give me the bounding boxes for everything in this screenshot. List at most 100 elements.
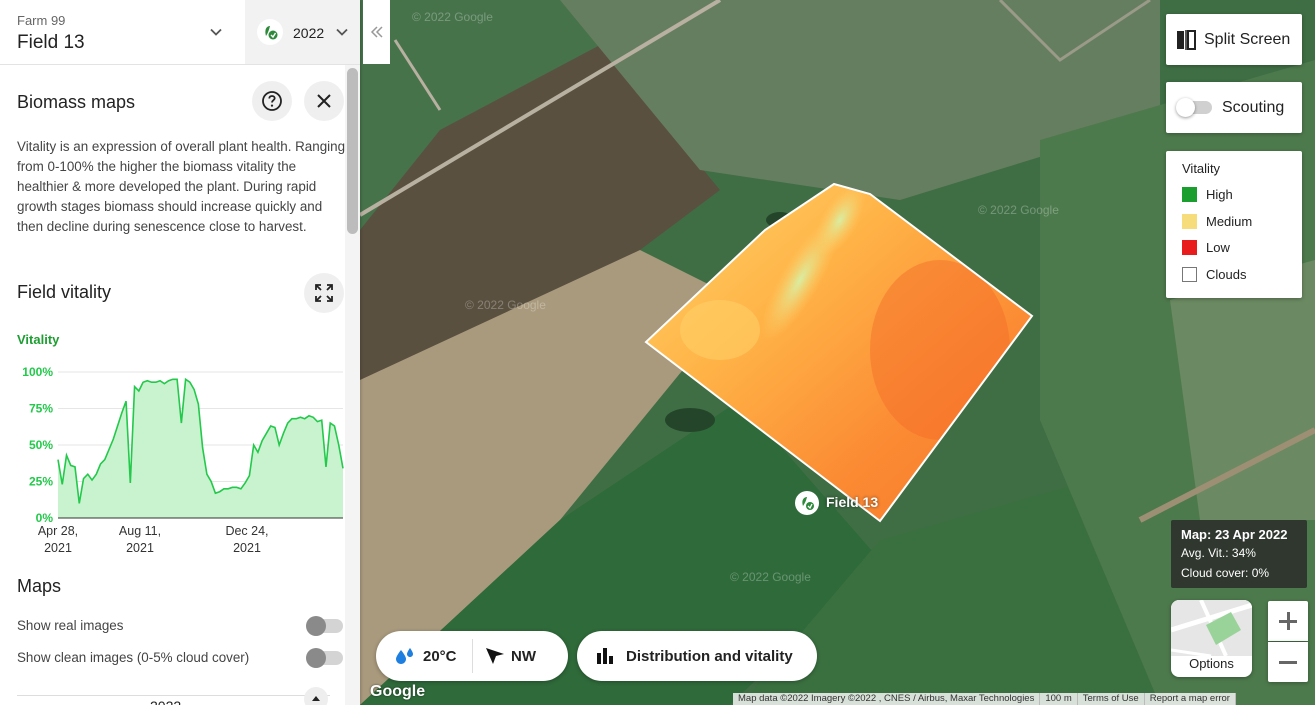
average-vitality: Avg. Vit.: 34%	[1181, 546, 1256, 560]
toggle-knob	[306, 648, 326, 668]
options-label: Options	[1189, 656, 1234, 671]
cloud-cover: Cloud cover: 0%	[1181, 566, 1270, 580]
clean-images-row: Show clean images (0-5% cloud cover)	[17, 647, 345, 671]
year-section: 2022	[17, 687, 330, 705]
y-tick-label: 100%	[22, 365, 53, 379]
field-map-label[interactable]: Field 13	[826, 494, 878, 510]
terms-link[interactable]: Terms of Use	[1078, 693, 1145, 705]
vitality-chart-svg: 0% 25% 50% 75% 100% Apr 28, 2021 Aug 11, 2021 Dec…	[22, 365, 344, 555]
scrollbar-thumb[interactable]	[347, 68, 358, 234]
map-data-credit: Map data ©2022 Imagery ©2022 , CNES / Ai…	[733, 693, 1041, 705]
clean-images-toggle[interactable]	[306, 648, 343, 668]
bar-chart-icon	[597, 648, 613, 664]
biomass-description: Vitality is an expression of overall pla…	[17, 139, 345, 234]
real-images-row: Show real images	[17, 615, 345, 639]
rain-drops-icon	[396, 648, 413, 664]
legend-label: Medium	[1206, 214, 1253, 229]
legend-swatch	[1182, 267, 1197, 282]
distribution-vitality-button[interactable]: Distribution and vitality	[577, 631, 817, 681]
maps-title: Maps	[17, 576, 62, 596]
minus-icon	[1279, 661, 1297, 664]
map-watermark: © 2022 Google	[730, 570, 811, 584]
panel-content: Biomass maps Vitality is an expression o…	[0, 65, 345, 705]
x-tick-label: Aug 11,	[119, 524, 161, 538]
legend-label: High	[1206, 187, 1233, 202]
y-tick-label: 50%	[29, 438, 53, 452]
y-tick-label: 75%	[29, 402, 53, 416]
close-button[interactable]	[304, 81, 344, 121]
field-vitality-title: Field vitality	[17, 282, 112, 302]
scouting-switch[interactable]	[1176, 98, 1212, 117]
chevron-down-icon	[336, 28, 348, 36]
map-thumbnail-icon	[1171, 600, 1252, 658]
legend-label: Low	[1206, 240, 1230, 255]
toggle-knob	[1176, 98, 1195, 117]
collapse-year-button[interactable]	[304, 687, 328, 705]
farm-field-selector[interactable]: Farm 99 Field 13	[0, 0, 245, 64]
double-chevron-left-icon	[370, 26, 383, 38]
farm-name: Farm 99	[17, 13, 66, 28]
map-attribution: Map data ©2022 Imagery ©2022 , CNES / Ai…	[733, 693, 1236, 705]
close-icon	[317, 94, 331, 108]
legend-label: Clouds	[1206, 267, 1247, 282]
vitality-chart[interactable]: 0% 25% 50% 75% 100% Apr 28, 2021 Aug 11, 2021 Dec…	[0, 355, 345, 555]
chevron-down-icon	[210, 28, 222, 36]
x-tick-label: Dec 24,	[225, 524, 268, 538]
distribution-label: Distribution and vitality	[626, 648, 793, 665]
y-tick-label: 25%	[29, 475, 53, 489]
temperature: 20°C	[423, 648, 457, 665]
map-info-box: Map: 23 Apr 2022 Avg. Vit.: 34% Cloud co…	[1171, 520, 1307, 588]
chart-y-label: Vitality	[17, 332, 60, 347]
legend-swatch	[1182, 187, 1197, 202]
collapse-panel-button[interactable]	[363, 0, 390, 64]
crop-icon	[257, 19, 283, 45]
legend-swatch	[1182, 240, 1197, 255]
real-images-toggle[interactable]	[306, 616, 343, 636]
zoom-in-button[interactable]	[1268, 601, 1308, 641]
map-options-button[interactable]: Options	[1171, 600, 1252, 677]
divider	[472, 639, 473, 673]
map-watermark: © 2022 Google	[465, 298, 546, 312]
y-tick-label: 0%	[36, 511, 54, 525]
biomass-title: Biomass maps	[17, 92, 136, 112]
x-tick-label: 2021	[126, 541, 154, 555]
clean-images-label: Show clean images (0-5% cloud cover)	[17, 650, 250, 665]
x-tick-label: 2021	[233, 541, 261, 555]
expand-chart-button[interactable]	[304, 273, 344, 313]
map-watermark: © 2022 Google	[978, 203, 1059, 217]
field-name: Field 13	[17, 32, 85, 53]
wind-direction: NW	[511, 648, 536, 665]
split-screen-label: Split Screen	[1204, 31, 1291, 48]
help-button[interactable]	[252, 81, 292, 121]
plus-icon	[1286, 612, 1290, 630]
wind-direction-icon	[486, 648, 504, 664]
season-selector[interactable]: 2022	[245, 0, 360, 64]
map-watermark: © 2022 Google	[412, 10, 493, 24]
toggle-knob	[306, 616, 326, 636]
report-error-link[interactable]: Report a map error	[1145, 693, 1236, 705]
expand-icon	[315, 284, 333, 302]
map-date: Map: 23 Apr 2022	[1181, 527, 1288, 542]
year-label: 2022	[150, 698, 181, 705]
real-images-label: Show real images	[17, 618, 124, 633]
legend-swatch	[1182, 214, 1197, 229]
field-marker-icon[interactable]	[795, 491, 819, 515]
x-tick-label: Apr 28,	[38, 524, 78, 538]
scouting-toggle[interactable]: Scouting	[1166, 82, 1302, 133]
split-screen-button[interactable]: Split Screen	[1166, 14, 1302, 65]
season-year: 2022	[293, 25, 325, 41]
weather-widget[interactable]: 20°C NW	[376, 631, 568, 681]
map-scale[interactable]: 100 m	[1040, 693, 1078, 705]
zoom-out-button[interactable]	[1268, 642, 1308, 682]
google-logo: Google	[370, 683, 426, 700]
scouting-label: Scouting	[1222, 99, 1285, 116]
legend-title: Vitality	[1182, 161, 1221, 176]
vitality-area	[58, 379, 343, 518]
split-screen-icon	[1177, 30, 1196, 50]
vitality-legend: Vitality High Medium Low Clouds	[1166, 151, 1302, 298]
x-tick-label: 2021	[44, 541, 72, 555]
panel-header: Farm 99 Field 13 2022	[0, 0, 360, 65]
triangle-up-icon	[312, 696, 320, 701]
side-panel: Farm 99 Field 13 2022 Biomass maps Vital…	[0, 0, 360, 705]
help-icon	[262, 91, 282, 111]
